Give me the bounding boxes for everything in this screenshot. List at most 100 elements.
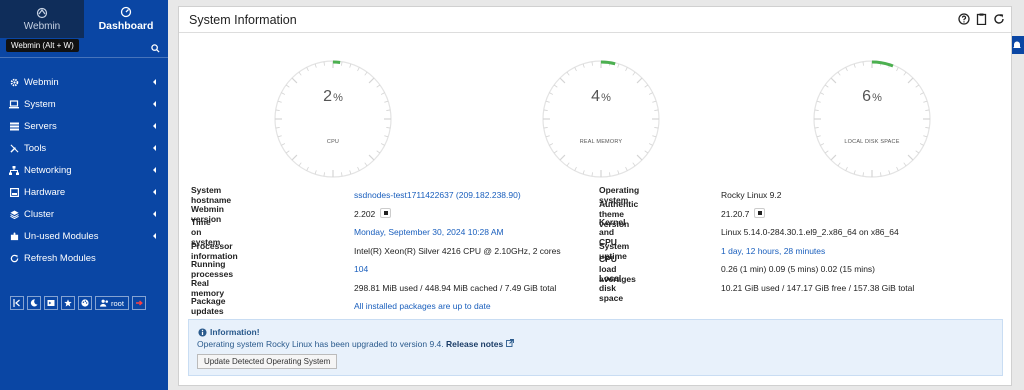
gauge-number: 4 (591, 88, 601, 105)
gauge-label: LOCAL DISK SPACE (844, 139, 900, 145)
user-button[interactable]: root (95, 296, 129, 310)
gauge-number: 2 (323, 88, 333, 105)
sidebar-item-servers[interactable]: Servers (0, 115, 168, 137)
tab-webmin[interactable]: Webmin (0, 0, 84, 38)
chevron-left-icon (153, 101, 156, 107)
favorites-button[interactable] (61, 296, 75, 310)
external-link-icon[interactable] (505, 339, 514, 347)
laptop-icon (9, 99, 19, 109)
row-value-link[interactable]: 104 (354, 264, 368, 274)
sidebar-item-hardware[interactable]: Hardware (0, 181, 168, 203)
puzzle-icon (9, 231, 19, 241)
row-key: System hostname (191, 185, 232, 205)
gauge-tick (625, 166, 628, 171)
gauge-tick (824, 84, 829, 88)
gauge-tick (636, 154, 643, 161)
info-badge-icon[interactable] (754, 208, 766, 219)
night-mode-button[interactable] (27, 296, 41, 310)
gauge-tick (314, 170, 317, 175)
gauge-tick (566, 71, 570, 76)
sidebar-item-system[interactable]: System (0, 93, 168, 115)
info-badge-icon[interactable] (380, 208, 392, 219)
tab-dashboard-label: Dashboard (98, 20, 154, 32)
tab-webmin-label: Webmin (23, 20, 61, 32)
gauge-tick (845, 67, 848, 72)
row-value-link[interactable]: Monday, September 30, 2024 10:28 AM (354, 227, 504, 237)
terminal-icon (47, 300, 55, 306)
gauge-tick (915, 150, 920, 154)
sidebar-item-label: Hardware (24, 186, 66, 198)
row-key: Processor information (191, 241, 238, 261)
sidebar-item-unused-modules[interactable]: Un-used Modules (0, 225, 168, 247)
sidebar-item-webmin[interactable]: Webmin (0, 71, 168, 93)
gauge-tick (814, 127, 819, 129)
row-key: Local disk space (599, 273, 624, 303)
gauge-tick (368, 77, 375, 84)
gauge-dial (813, 60, 931, 178)
gauge-tick (830, 77, 837, 84)
help-icon[interactable] (958, 13, 970, 25)
gauge-tick (384, 135, 389, 138)
webmin-tooltip: Webmin (Alt + W) (6, 39, 79, 52)
gauge-tick (574, 67, 577, 72)
star-icon (64, 299, 72, 307)
sidebar-item-tools[interactable]: Tools (0, 137, 168, 159)
palette-icon (81, 299, 89, 307)
logout-button[interactable] (131, 296, 146, 310)
sidebar-item-label: Servers (24, 120, 57, 132)
sidebar-menu: Webmin System Servers Tools Networking H… (0, 71, 168, 269)
gauge-tick (625, 67, 628, 72)
collapse-sidebar-button[interactable] (10, 296, 24, 310)
gauge-tick (277, 135, 282, 138)
gauge-tick (880, 172, 882, 177)
gauge-tick (903, 162, 907, 167)
release-notes-link[interactable]: Release notes (446, 339, 503, 349)
gauge-unit: % (333, 92, 343, 104)
gauge-unit: % (872, 92, 882, 104)
gauge-tick (617, 170, 620, 175)
gauge-tick (652, 135, 657, 138)
chevron-left-icon (153, 189, 156, 195)
gauge-tick (291, 154, 298, 161)
terminal-button[interactable] (44, 296, 58, 310)
gauge-value: 6% (809, 88, 935, 106)
row-value-link[interactable]: All installed packages are up to date (354, 301, 491, 311)
reload-icon[interactable] (993, 13, 1005, 25)
gauge-tick (285, 150, 290, 154)
gauge-unit: % (601, 92, 611, 104)
gauge-tick (824, 150, 829, 154)
update-os-button[interactable]: Update Detected Operating System (197, 354, 338, 369)
gauge-tick (291, 77, 298, 84)
theme-options-button[interactable] (78, 296, 92, 310)
gauge-tick (591, 61, 593, 66)
gauge-tick (368, 154, 375, 161)
users-icon (100, 299, 109, 307)
sidebar-item-refresh-modules[interactable]: Refresh Modules (0, 247, 168, 269)
gauge-tick (275, 109, 280, 111)
gauge-tick (357, 67, 360, 72)
gauge-tick (853, 63, 856, 68)
gauge-tick (907, 77, 914, 84)
gauge-tick (888, 170, 891, 175)
gear-icon (9, 77, 19, 87)
gauge-tick (376, 84, 381, 88)
network-icon (9, 165, 19, 175)
row-value: 21.20.7 (721, 208, 750, 219)
logout-icon (135, 300, 143, 306)
gauge-tick (306, 166, 309, 171)
row-value-link[interactable]: 1 day, 12 hours, 28 minutes (721, 246, 825, 256)
gauge-tick (543, 127, 548, 129)
gauge-tick (559, 77, 566, 84)
search-icon[interactable] (151, 44, 160, 53)
row-value-link[interactable]: ssdnodes-test1711422637 (209.182.238.90) (354, 190, 521, 200)
clipboard-icon[interactable] (976, 13, 987, 25)
sidebar-item-networking[interactable]: Networking (0, 159, 168, 181)
tab-dashboard[interactable]: Dashboard (84, 0, 168, 38)
gauge-level-arc (871, 60, 894, 68)
gauge-tick (632, 162, 636, 167)
row-value: 0.26 (1 min) 0.09 (5 mins) 0.02 (15 mins… (721, 264, 876, 274)
sidebar-item-cluster[interactable]: Cluster (0, 203, 168, 225)
gauge-tick (915, 84, 920, 88)
gauge-tick (862, 61, 864, 66)
gauge-tick (306, 67, 309, 72)
